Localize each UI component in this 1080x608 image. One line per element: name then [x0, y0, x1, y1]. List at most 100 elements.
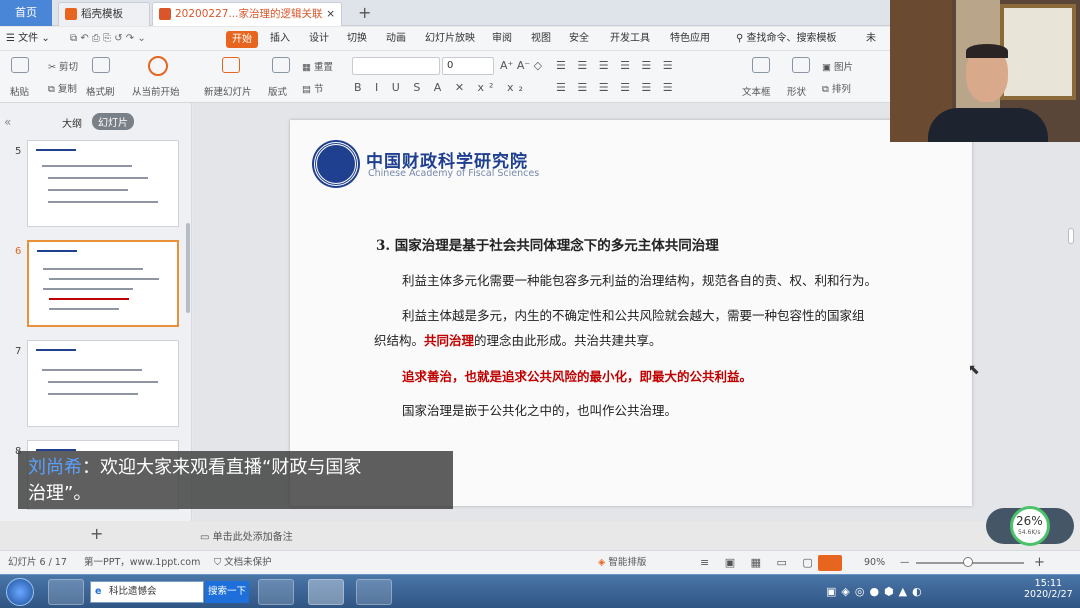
slide-thumbnail[interactable]	[27, 140, 179, 227]
webcam-video	[890, 0, 1080, 142]
network-speed-widget[interactable]: 26% 54.6K/s	[986, 506, 1074, 546]
menu-insert[interactable]: 插入	[270, 27, 290, 51]
menu-review[interactable]: 审阅	[492, 27, 512, 51]
paste-button[interactable]: 粘贴	[10, 84, 29, 98]
zoom-in-button[interactable]: +	[1034, 551, 1045, 575]
tab-bar: 首页 稻壳模板 20200227...家治理的逻辑关联 × +	[0, 0, 890, 26]
menu-animation[interactable]: 动画	[386, 27, 406, 51]
shield-icon: ⛉	[214, 557, 222, 568]
slide-thumbnail[interactable]	[27, 340, 179, 427]
close-icon[interactable]: ×	[326, 3, 335, 25]
menu-view[interactable]: 视图	[531, 27, 551, 51]
paragraph-buttons[interactable]: ☰ ☰ ☰ ☰ ☰ ☰	[556, 59, 677, 72]
menu-slideshow[interactable]: 幻灯片放映	[425, 27, 475, 51]
theme-name: 第一PPT，www.1ppt.com	[84, 557, 201, 568]
protect-status[interactable]: ⛉ 文档未保护	[214, 551, 272, 575]
menu-transition[interactable]: 切换	[347, 27, 367, 51]
play-icon[interactable]	[148, 56, 168, 76]
zoom-slider-handle[interactable]	[963, 557, 973, 567]
slide-heading: 3. 国家治理是基于社会共同体理念下的多元主体共同治理	[376, 238, 719, 254]
slide-number: 7	[15, 346, 22, 357]
scissors-icon: ✂	[48, 62, 56, 73]
app-icon[interactable]	[258, 579, 294, 605]
menu-features[interactable]: 特色应用	[670, 27, 710, 51]
font-size-adjust[interactable]: A⁺ A⁻ ◇	[500, 59, 542, 72]
search-icon: ⚲	[736, 33, 744, 44]
quick-access-icons[interactable]: ⧉ ↶ ⎙ ⎘ ↺ ↷ ⌄	[70, 27, 146, 51]
new-slide-button[interactable]: 新建幻灯片	[204, 84, 252, 98]
tray-icons[interactable]: ▣◈◎●⬢▲◐	[826, 585, 927, 598]
from-current-button[interactable]: 从当前开始	[132, 84, 180, 98]
search-command[interactable]: ⚲ 查找命令、搜索模板	[736, 27, 837, 51]
vertical-scrollbar[interactable]	[1068, 228, 1074, 244]
layout-button[interactable]: 版式	[268, 84, 287, 98]
slide-paragraph: 利益主体多元化需要一种能包容多元利益的治理结构，规范各自的责、权、利和行为。	[402, 273, 878, 288]
browser-icon[interactable]	[48, 579, 84, 605]
menu-more[interactable]: 未	[866, 27, 876, 51]
slide-paragraph: 国家治理是嵌于公共化之中的，也叫作公共治理。	[402, 403, 678, 418]
notes-field[interactable]: ▭ 单击此处添加备注	[200, 528, 293, 543]
search-button[interactable]: 搜索一下	[205, 581, 249, 603]
play-slideshow-button[interactable]	[818, 555, 842, 571]
taskbar-search[interactable]: e 科比遗憾会	[90, 581, 204, 603]
ie-icon: e	[95, 586, 102, 597]
zoom-out-button[interactable]: —	[900, 551, 910, 575]
textbox-icon[interactable]	[752, 57, 770, 73]
shape-button[interactable]: 形状	[787, 84, 806, 98]
slide-thumbnail-selected[interactable]	[27, 240, 179, 327]
slide-paragraph: 织结构。共同治理的理念由此形成。共治共建共享。	[374, 333, 662, 348]
tab-outline[interactable]: 大纲	[62, 115, 82, 130]
menu-file[interactable]: ☰ 文件 ⌄	[6, 27, 50, 51]
add-slide-icon[interactable]: +	[90, 524, 103, 543]
tab-slides[interactable]: 幻灯片	[92, 113, 134, 130]
reset-button[interactable]: ▦ 重置	[302, 59, 333, 73]
format-painter-button[interactable]: 格式刷	[86, 84, 115, 98]
speed-rate: 54.6K/s	[1018, 529, 1041, 536]
cut-button[interactable]: ✂ 剪切	[48, 59, 78, 73]
tab-document[interactable]: 20200227...家治理的逻辑关联 ×	[152, 2, 342, 26]
layout-icon[interactable]	[272, 57, 290, 73]
notes-icon: ▭	[200, 532, 210, 543]
slide-number: 5	[15, 146, 22, 157]
smart-layout-button[interactable]: ◈ 智能排版	[598, 551, 646, 575]
highlight-text: 共同治理	[424, 333, 475, 348]
wall-painting	[1000, 4, 1076, 100]
zoom-level[interactable]: 90%	[864, 551, 885, 575]
section-button[interactable]: ▤ 节	[302, 81, 324, 95]
paste-icon[interactable]	[11, 57, 29, 73]
picture-button[interactable]: ▣ 图片	[822, 59, 853, 73]
slide-paragraph: 利益主体越是多元，内生的不确定性和公共风险就会越大，需要一种包容性的国家组	[402, 308, 865, 323]
panel-scrollbar[interactable]	[186, 223, 190, 313]
new-tab-icon[interactable]: +	[358, 3, 371, 22]
collapse-panel-icon[interactable]: «	[4, 115, 11, 129]
speed-percent: 26%	[1016, 514, 1043, 528]
font-size-select[interactable]: 0	[442, 57, 494, 75]
picture-icon: ▣	[822, 62, 831, 73]
shape-icon[interactable]	[792, 57, 810, 73]
align-buttons[interactable]: ☰ ☰ ☰ ☰ ☰ ☰	[556, 81, 677, 94]
template-icon	[65, 8, 77, 20]
slide-canvas[interactable]: 中国财政科学研究院 Chinese Academy of Fiscal Scie…	[290, 120, 972, 506]
copy-button[interactable]: ⧉ 复制	[48, 81, 77, 95]
arrange-button[interactable]: ⧉ 排列	[822, 81, 851, 95]
format-painter-icon[interactable]	[92, 57, 110, 73]
menu-design[interactable]: 设计	[309, 27, 329, 51]
font-name-select[interactable]	[352, 57, 440, 75]
textbox-button[interactable]: 文本框	[742, 84, 771, 98]
tab-home[interactable]: 首页	[0, 0, 52, 26]
menu-start[interactable]: 开始	[226, 31, 258, 48]
subtitle-line: 治理”。	[28, 483, 92, 504]
clock[interactable]: 15:11 2020/2/27	[1024, 578, 1073, 600]
view-mode-buttons[interactable]: ≡ ▣ ▦ ▭ ▢	[700, 551, 819, 575]
mouse-cursor-icon: ⬉	[968, 362, 980, 378]
speaker-name: 刘尚希	[28, 457, 82, 478]
person-body	[928, 108, 1048, 142]
menu-developer[interactable]: 开发工具	[610, 27, 650, 51]
new-slide-icon[interactable]	[222, 57, 240, 73]
menu-security[interactable]: 安全	[569, 27, 589, 51]
tab-template[interactable]: 稻壳模板	[58, 2, 150, 26]
start-button[interactable]	[6, 578, 34, 606]
wps-icon[interactable]	[308, 579, 344, 605]
app-icon[interactable]	[356, 579, 392, 605]
font-style-buttons[interactable]: B I U S A ✕ x² x₂	[354, 81, 528, 94]
